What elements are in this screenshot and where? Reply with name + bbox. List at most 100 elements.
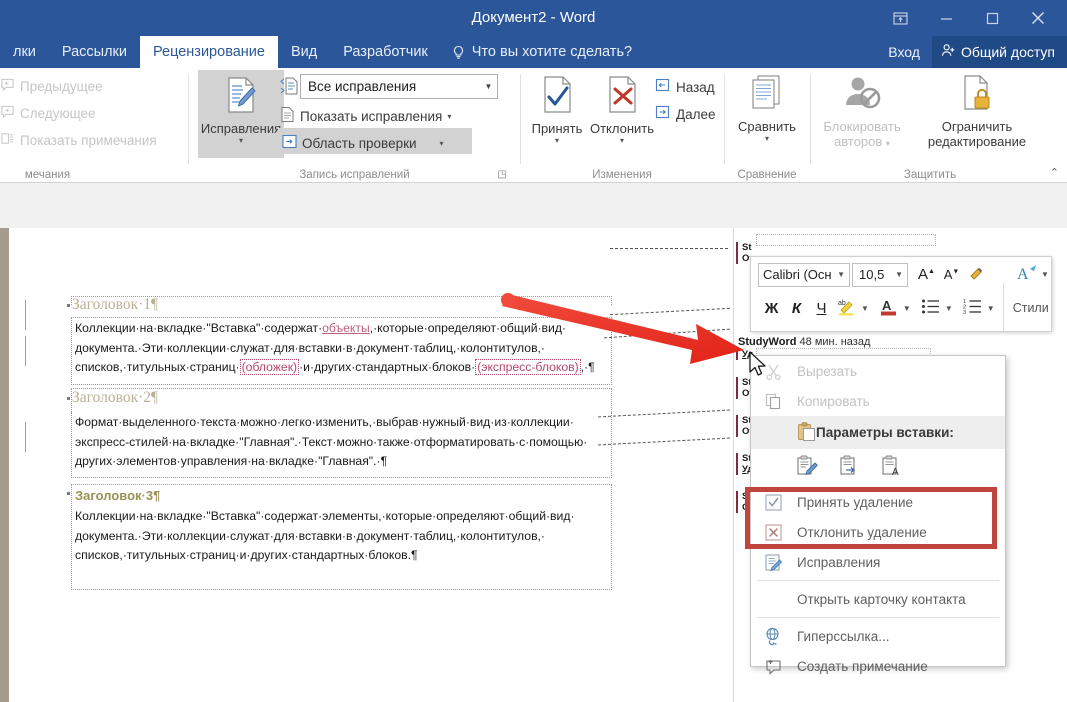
tab-rassylki[interactable]: Рассылки bbox=[49, 36, 140, 68]
markup-view-icon bbox=[280, 76, 298, 101]
chevron-down-icon[interactable]: ▼ bbox=[895, 270, 903, 279]
author-timestamp: 48 мин. назад bbox=[799, 336, 871, 348]
bullets-button[interactable] bbox=[918, 295, 945, 321]
chevron-down-icon[interactable]: ▼ bbox=[480, 82, 497, 91]
svg-text:A: A bbox=[1017, 266, 1029, 282]
format-painter-button[interactable] bbox=[964, 262, 989, 288]
shrink-font-button[interactable]: A▼ bbox=[939, 262, 964, 288]
font-color-icon: A bbox=[879, 297, 899, 320]
track-changes-button[interactable]: Исправления ▾ bbox=[201, 74, 281, 145]
chevron-down-icon[interactable]: ▼ bbox=[945, 304, 953, 313]
group-separator-2 bbox=[520, 74, 521, 164]
block-bullet bbox=[67, 397, 70, 400]
restrict-editing-button[interactable]: Ограничить редактирование bbox=[912, 74, 1042, 149]
styles-button[interactable]: Стили bbox=[1013, 301, 1049, 315]
group-separator-4 bbox=[810, 74, 811, 164]
ribbon-display-options-icon[interactable] bbox=[877, 3, 923, 33]
minibar-row-2: Ж К Ч ab ▼ A ▼ ▼ 1 2 3 ▼ Стили bbox=[751, 283, 1051, 333]
minimize-icon[interactable] bbox=[923, 3, 969, 33]
show-markup-button[interactable]: Показать исправления ▾ bbox=[280, 106, 451, 126]
new-comment-icon bbox=[763, 656, 783, 676]
chevron-down-icon[interactable]: ▼ bbox=[1041, 270, 1049, 279]
grow-font-button[interactable]: A▲ bbox=[914, 262, 939, 288]
bold-button[interactable]: Ж bbox=[759, 295, 784, 321]
context-menu-label: Принять удаление bbox=[797, 494, 914, 510]
chevron-down-icon[interactable]: ▼ bbox=[861, 304, 869, 313]
sign-in-link[interactable]: Вход bbox=[876, 44, 932, 60]
chevron-down-icon[interactable]: ▼ bbox=[903, 304, 911, 313]
accept-button[interactable]: Принять ▾ bbox=[526, 74, 588, 145]
context-menu-item-open-contact-card[interactable]: Открыть карточку контакта bbox=[751, 584, 1005, 614]
chevron-down-icon[interactable]: ▾ bbox=[765, 135, 769, 143]
italic-button[interactable]: К bbox=[784, 295, 809, 321]
display-for-review-combo[interactable]: Все исправления ▼ bbox=[300, 74, 498, 99]
copy-icon bbox=[763, 391, 783, 411]
reject-deletion-icon bbox=[763, 522, 783, 542]
context-menu-item-cut[interactable]: Вырезать bbox=[751, 356, 1005, 386]
accept-deletion-icon bbox=[763, 492, 783, 512]
context-menu-item-hyperlink[interactable]: Гиперссылка... bbox=[751, 621, 1005, 651]
balloon-change-bar bbox=[736, 415, 738, 437]
tab-recenzirovanie[interactable]: Рецензирование bbox=[140, 36, 278, 68]
chevron-down-icon[interactable]: ▾ bbox=[447, 112, 451, 121]
restore-icon[interactable] bbox=[969, 3, 1015, 33]
underline-button[interactable]: Ч bbox=[809, 295, 834, 321]
svg-text:A: A bbox=[882, 298, 892, 313]
ribbon-group-protect-label: Защитить bbox=[903, 169, 957, 181]
context-menu-item-copy[interactable]: Копировать bbox=[751, 386, 1005, 416]
track-changes-small-icon bbox=[763, 552, 783, 572]
comment-next-button[interactable]: Следующее bbox=[0, 105, 96, 122]
numbering-button[interactable]: 123 bbox=[960, 295, 987, 321]
next-change-label: Далее bbox=[676, 106, 716, 122]
title-bar: Документ2 - Word bbox=[0, 0, 1067, 36]
text-only-icon[interactable]: A bbox=[879, 454, 903, 483]
tell-me-box[interactable]: Что вы хотите сделать? bbox=[441, 36, 642, 68]
reject-button[interactable]: Отклонить ▾ bbox=[586, 74, 658, 145]
merge-formatting-icon[interactable] bbox=[837, 454, 861, 483]
chevron-down-icon[interactable]: ▾ bbox=[440, 139, 444, 148]
show-markup-icon bbox=[280, 106, 295, 126]
text-highlight-icon: ab bbox=[837, 297, 858, 319]
comment-previous-label: Предыдущее bbox=[20, 79, 103, 94]
previous-change-button[interactable]: Назад bbox=[655, 78, 715, 96]
share-button[interactable]: Общий доступ bbox=[931, 36, 1067, 68]
collapse-ribbon-button[interactable]: ⌃ bbox=[1050, 166, 1059, 179]
chevron-down-icon[interactable]: ▾ bbox=[620, 137, 624, 145]
block-bullet bbox=[67, 492, 70, 495]
chevron-down-icon[interactable]: ▾ bbox=[239, 137, 243, 145]
chevron-down-icon[interactable]: ▾ bbox=[886, 139, 890, 148]
context-menu-item-accept-deletion[interactable]: Принять удаление bbox=[751, 487, 1005, 517]
highlight-button[interactable]: ab bbox=[834, 295, 861, 321]
close-icon[interactable] bbox=[1015, 3, 1061, 33]
ribbon-group-comments-label: мечания bbox=[24, 169, 71, 181]
paragraph-line: других·элементов·управления·на·вкладке·"… bbox=[75, 454, 388, 468]
compare-button[interactable]: Сравнить ▾ bbox=[728, 74, 806, 143]
tab-mailings-prev[interactable]: лки bbox=[0, 36, 49, 68]
context-menu-item-track-changes[interactable]: Исправления bbox=[751, 547, 1005, 577]
context-menu-label: Параметры вставки: bbox=[816, 425, 954, 440]
reviewing-pane-button[interactable]: Область проверки ▾ bbox=[282, 134, 444, 152]
next-change-button[interactable]: Далее bbox=[655, 105, 716, 123]
block-bullet bbox=[67, 304, 70, 307]
text-effects-button[interactable]: A bbox=[1015, 262, 1040, 288]
context-menu-item-reject-deletion[interactable]: Отклонить удаление bbox=[751, 517, 1005, 547]
chevron-down-icon[interactable]: ▼ bbox=[837, 270, 845, 279]
keep-source-formatting-icon[interactable] bbox=[795, 454, 819, 483]
tab-razrabotchik[interactable]: Разработчик bbox=[330, 36, 441, 68]
chevron-down-icon[interactable]: ▾ bbox=[555, 137, 559, 145]
ribbon: Предыдущее Следующее Показать примечания… bbox=[0, 68, 1067, 183]
paragraph-line: документа.·Эти·коллекции·служат·для·вста… bbox=[75, 528, 545, 543]
previous-change-label: Назад bbox=[676, 79, 715, 95]
font-size-value: 10,5 bbox=[859, 267, 885, 282]
font-family-combo[interactable]: Calibri (Осн ▼ bbox=[758, 262, 850, 287]
chevron-down-icon[interactable]: ▼ bbox=[987, 304, 995, 313]
context-menu-paste-options-header: Параметры вставки: bbox=[751, 416, 1005, 449]
font-color-button[interactable]: A bbox=[876, 295, 903, 321]
context-menu-item-new-comment[interactable]: Создать примечание bbox=[751, 651, 1005, 681]
block-authors-button[interactable]: Блокировать авторов ▾ bbox=[814, 74, 910, 151]
ribbon-group-changes-label: Изменения bbox=[592, 169, 652, 181]
tab-vid[interactable]: Вид bbox=[278, 36, 330, 68]
font-size-combo[interactable]: 10,5 ▼ bbox=[852, 262, 908, 287]
show-comments-button[interactable]: Показать примечания bbox=[0, 132, 157, 149]
comment-previous-button[interactable]: Предыдущее bbox=[0, 78, 103, 95]
